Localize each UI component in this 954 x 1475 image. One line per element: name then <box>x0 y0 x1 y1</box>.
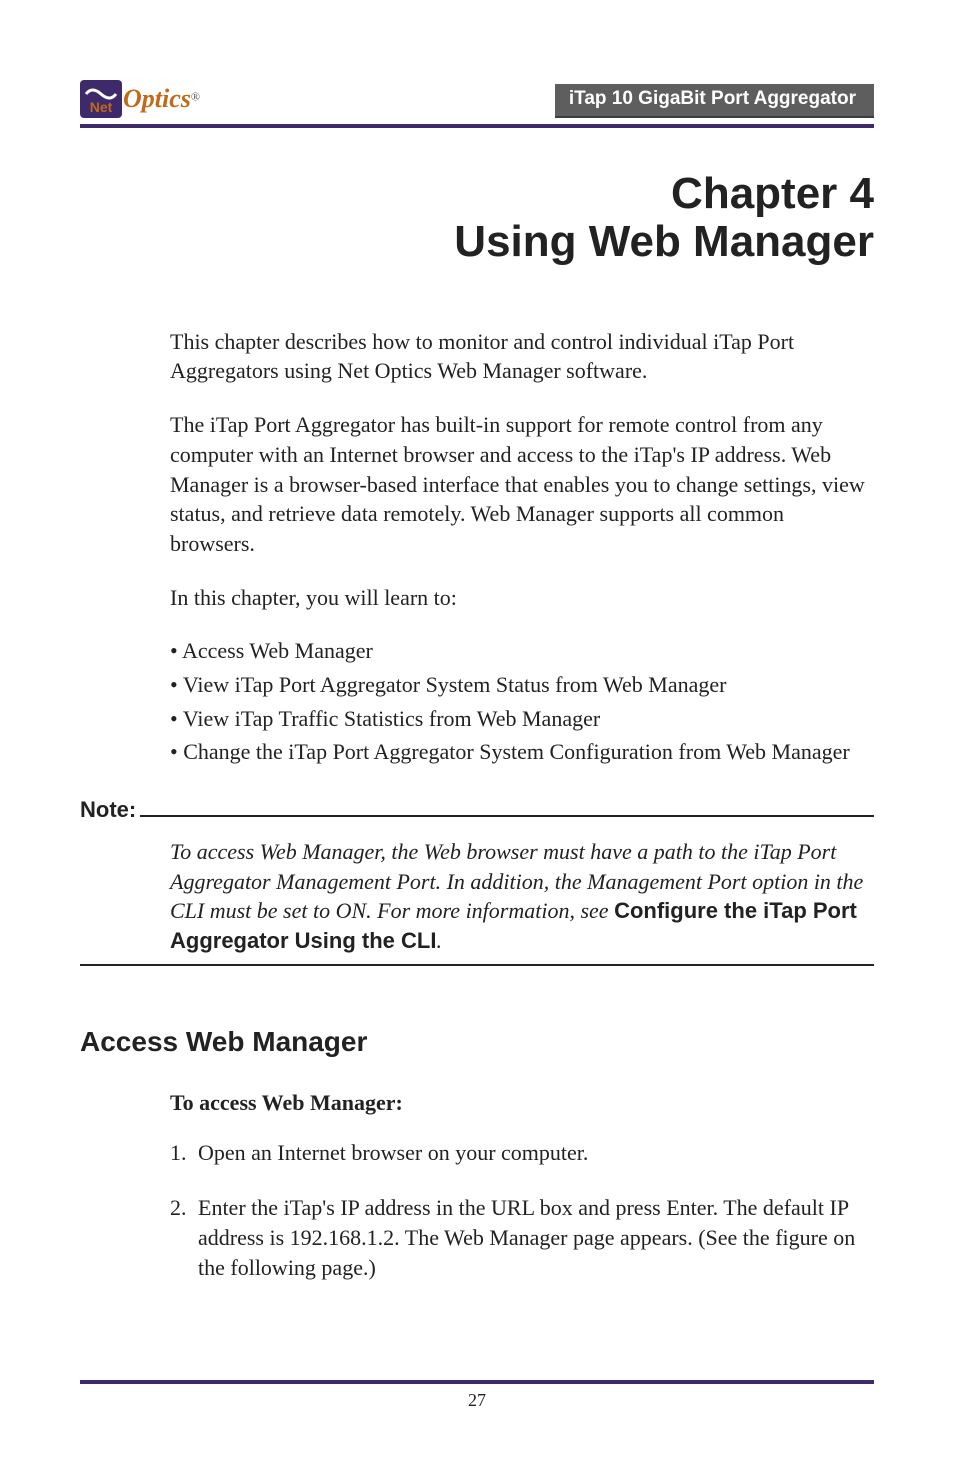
intro-p1: This chapter describes how to monitor an… <box>170 327 874 386</box>
list-item: Change the iTap Port Aggregator System C… <box>170 737 874 767</box>
step-number: 2. <box>170 1193 198 1282</box>
product-title-bar: iTap 10 GigaBit Port Aggregator <box>555 84 874 118</box>
header-divider <box>80 124 874 128</box>
footer-divider <box>80 1380 874 1384</box>
step-number: 1. <box>170 1138 198 1168</box>
note-bottom-rule <box>80 964 874 966</box>
step-text: Enter the iTap's IP address in the URL b… <box>198 1193 874 1282</box>
chapter-heading: Chapter 4 Using Web Manager <box>80 170 874 267</box>
learn-list: Access Web Manager View iTap Port Aggreg… <box>170 636 874 767</box>
step-item: 1. Open an Internet browser on your comp… <box>170 1138 874 1168</box>
numbered-steps: 1. Open an Internet browser on your comp… <box>170 1138 874 1283</box>
svg-text:Net: Net <box>90 99 113 115</box>
intro-p3: In this chapter, you will learn to: <box>170 583 874 613</box>
intro-p2: The iTap Port Aggregator has built-in su… <box>170 410 874 558</box>
step-item: 2. Enter the iTap's IP address in the UR… <box>170 1193 874 1282</box>
step-text: Open an Internet browser on your compute… <box>198 1138 588 1168</box>
list-item: Access Web Manager <box>170 636 874 666</box>
page-footer: 27 <box>80 1380 874 1411</box>
note-top-rule <box>140 803 874 817</box>
logo-text-optics: Optics <box>123 84 191 113</box>
logo: Net Optics® <box>80 80 200 118</box>
intro-block: This chapter describes how to monitor an… <box>170 327 874 767</box>
page-header: Net Optics® iTap 10 GigaBit Port Aggrega… <box>80 80 874 118</box>
chapter-label: Chapter 4 <box>80 170 874 218</box>
note-label: Note: <box>80 797 136 823</box>
note-body-tail: . <box>436 928 442 953</box>
logo-mark-icon: Net <box>80 80 122 118</box>
note-body: To access Web Manager, the Web browser m… <box>170 837 874 956</box>
list-item: View iTap Port Aggregator System Status … <box>170 670 874 700</box>
page-number: 27 <box>80 1390 874 1411</box>
section-subheading: To access Web Manager: <box>170 1090 874 1116</box>
logo-registered-icon: ® <box>191 90 200 104</box>
chapter-title: Using Web Manager <box>80 218 874 266</box>
section-heading: Access Web Manager <box>80 1026 874 1058</box>
note-heading-row: Note: <box>80 797 874 823</box>
list-item: View iTap Traffic Statistics from Web Ma… <box>170 704 874 734</box>
